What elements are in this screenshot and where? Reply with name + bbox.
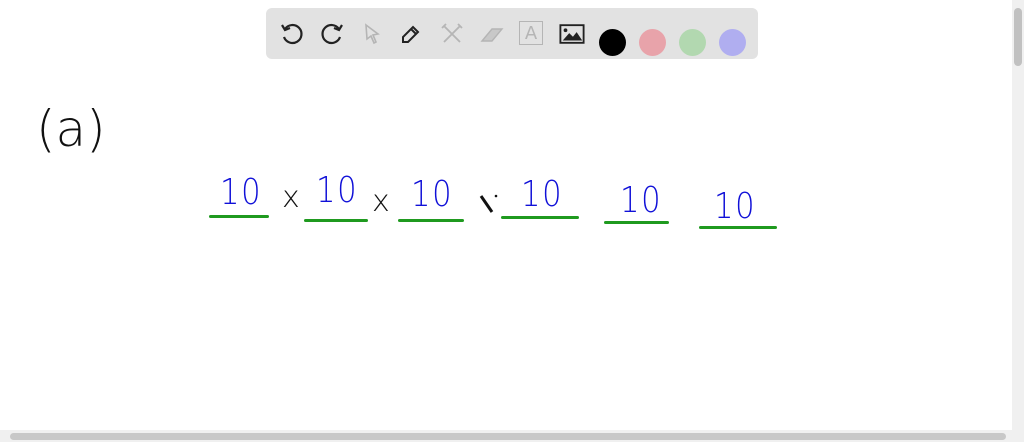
- handwritten-number: 10: [411, 174, 454, 215]
- vertical-scroll-thumb[interactable]: [1014, 8, 1022, 66]
- part-label: (a): [36, 100, 106, 158]
- text-tool-glyph: A: [524, 22, 538, 44]
- horizontal-scroll-thumb[interactable]: [10, 433, 1006, 440]
- select-icon[interactable]: [359, 21, 385, 47]
- pen-icon[interactable]: [398, 21, 424, 47]
- blank-underline: [699, 226, 777, 229]
- multiply-sign: x: [372, 184, 390, 219]
- image-icon[interactable]: [559, 21, 585, 47]
- blank-underline: [209, 215, 269, 218]
- handwritten-number: 10: [220, 172, 263, 213]
- multiply-sign: x: [282, 180, 300, 215]
- tools-icon[interactable]: [439, 21, 465, 47]
- blank-underline: [304, 219, 368, 222]
- vertical-scrollbar[interactable]: [1012, 0, 1024, 430]
- handwritten-number: 10: [620, 180, 663, 221]
- color-pink[interactable]: [639, 29, 666, 56]
- blank-underline: [398, 219, 464, 222]
- undo-icon[interactable]: [279, 21, 305, 47]
- blank-underline: [501, 216, 579, 219]
- blank-underline: [604, 221, 669, 224]
- pen-stroke-mark: [479, 194, 498, 213]
- text-icon[interactable]: A: [519, 21, 543, 45]
- color-purple[interactable]: [719, 29, 746, 56]
- color-black[interactable]: [599, 29, 626, 56]
- eraser-icon[interactable]: [479, 21, 505, 47]
- color-green[interactable]: [679, 29, 706, 56]
- redo-icon[interactable]: [319, 21, 345, 47]
- handwritten-number: 10: [714, 186, 757, 227]
- handwritten-number: 10: [316, 170, 359, 211]
- drawing-toolbar: A: [266, 8, 758, 59]
- handwritten-number: 10: [521, 174, 564, 215]
- horizontal-scrollbar[interactable]: [0, 430, 1024, 442]
